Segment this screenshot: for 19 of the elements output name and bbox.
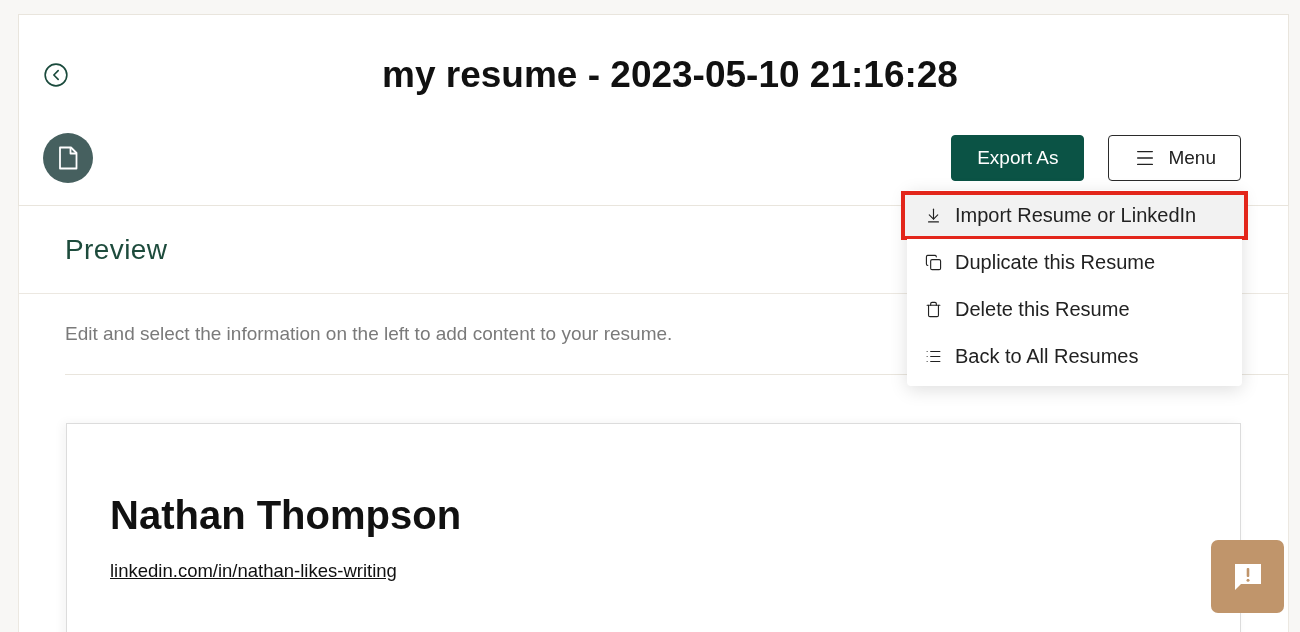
menu-item[interactable]: Duplicate this Resume <box>907 239 1242 286</box>
resume-name: Nathan Thompson <box>110 492 462 539</box>
copy-icon <box>925 254 942 271</box>
alert-bubble-icon <box>1232 561 1263 592</box>
menu-item[interactable]: Delete this Resume <box>907 286 1242 333</box>
download-icon <box>925 207 942 224</box>
menu-button[interactable]: Menu <box>1108 135 1241 181</box>
trash-icon <box>925 301 942 318</box>
page-title: my resume - 2023-05-10 21:16:28 <box>382 53 958 97</box>
document-icon[interactable] <box>43 133 93 183</box>
preview-heading: Preview <box>65 232 168 267</box>
list-icon <box>925 348 942 365</box>
menu-item[interactable]: Import Resume or LinkedIn <box>901 191 1248 240</box>
profile-link[interactable]: linkedin.com/in/nathan-likes-writing <box>110 559 397 583</box>
export-button[interactable]: Export As <box>951 135 1085 181</box>
feedback-button[interactable] <box>1211 540 1284 613</box>
back-icon[interactable] <box>43 62 69 88</box>
preview-hint: Edit and select the information on the left to add content to your resume. <box>65 322 673 346</box>
menu-item[interactable]: Back to All Resumes <box>907 333 1242 380</box>
